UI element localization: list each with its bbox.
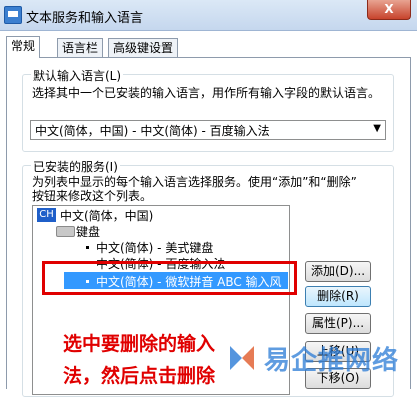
window-title: 文本服务和输入语言 xyxy=(26,11,144,26)
close-button[interactable]: X xyxy=(367,0,411,20)
installed-services-group-label: 已安装的服务(I) xyxy=(31,158,120,175)
highlight-annotation-box xyxy=(42,261,297,295)
default-input-description: 选择其中一个已安装的输入语言，用作所有输入字段的默认语言。 xyxy=(32,86,381,100)
close-icon: X xyxy=(384,2,394,16)
add-button[interactable]: 添加(D)... xyxy=(305,261,371,282)
tab-advanced-key-settings[interactable]: 高级键设置 xyxy=(108,38,179,57)
annotation-line1: 选中要删除的输入 xyxy=(63,333,216,355)
default-input-group-label: 默认输入语言(L) xyxy=(31,67,124,84)
app-icon xyxy=(4,6,22,24)
installed-description-line1: 为列表中显示的每个输入语言选择服务。使用“添加”和“删除” xyxy=(32,175,357,189)
keyboard-icon xyxy=(56,226,75,237)
remove-button[interactable]: 删除(R) xyxy=(305,286,371,307)
tab-general[interactable]: 常规 xyxy=(6,36,41,58)
bullet-icon xyxy=(86,246,89,249)
watermark-logo-icon xyxy=(230,346,254,370)
chevron-down-icon[interactable]: ▼ xyxy=(373,123,381,134)
properties-button[interactable]: 属性(P)... xyxy=(305,313,371,334)
tree-language-node[interactable]: 中文(简体，中国) xyxy=(60,207,153,224)
annotation-line2: 法，然后点击删除 xyxy=(63,365,216,387)
default-language-value: 中文(简体，中国) - 中文(简体) - 百度输入法 xyxy=(35,124,270,138)
tree-item-us-keyboard[interactable]: 中文(简体) - 美式键盘 xyxy=(96,239,213,256)
tab-language-bar[interactable]: 语言栏 xyxy=(57,38,104,57)
title-bar: 文本服务和输入语言 X xyxy=(0,0,417,31)
tree-keyboard-node[interactable]: 键盘 xyxy=(76,223,100,240)
language-ch-icon: CH xyxy=(37,208,56,222)
installed-description-line2: 按钮来修改这个列表。 xyxy=(32,189,153,203)
watermark-text: 易企推网络 xyxy=(264,346,400,376)
default-language-select[interactable]: 中文(简体，中国) - 中文(简体) - 百度输入法 ▼ xyxy=(30,120,386,140)
